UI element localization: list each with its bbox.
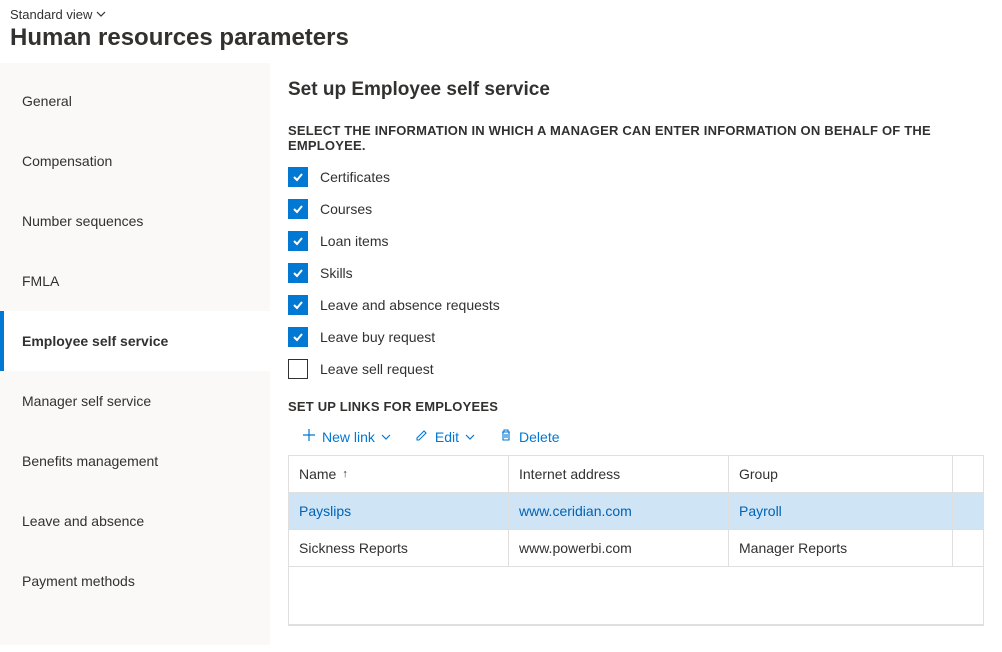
checkbox-label: Certificates — [320, 169, 390, 185]
checkbox-row: Courses — [288, 199, 984, 219]
chevron-down-icon — [381, 429, 391, 445]
new-link-label: New link — [322, 429, 375, 445]
main-content: Set up Employee self service Select the … — [270, 63, 1002, 645]
table-row[interactable]: Sickness Reportswww.powerbi.comManager R… — [289, 530, 983, 567]
sort-ascending-icon: ↑ — [342, 468, 348, 480]
sidebar-item-payment-methods[interactable]: Payment methods — [0, 551, 270, 611]
table-header-row: Name ↑ Internet address Group — [289, 456, 983, 493]
sidebar-item-employee-self-service[interactable]: Employee self service — [0, 311, 270, 371]
checkmark-icon — [291, 266, 305, 280]
main-title: Set up Employee self service — [288, 79, 984, 101]
checkmark-icon — [291, 202, 305, 216]
table-row[interactable]: Payslipswww.ceridian.comPayroll — [289, 493, 983, 530]
checkbox-skills[interactable] — [288, 263, 308, 283]
checkbox-label: Loan items — [320, 233, 388, 249]
view-dropdown-label: Standard view — [10, 7, 92, 22]
sidebar-item-label: FMLA — [22, 273, 59, 289]
sidebar-item-label: Benefits management — [22, 453, 158, 469]
checkbox-courses[interactable] — [288, 199, 308, 219]
column-header-spacer — [953, 456, 983, 492]
links-table: Name ↑ Internet address Group Payslipsww… — [288, 455, 984, 626]
checkbox-row: Leave and absence requests — [288, 295, 984, 315]
links-toolbar: New link Edit — [302, 428, 984, 445]
delete-label: Delete — [519, 429, 559, 445]
view-dropdown[interactable]: Standard view — [10, 7, 106, 22]
sidebar-item-label: Manager self service — [22, 393, 151, 409]
column-header-name[interactable]: Name ↑ — [289, 456, 509, 492]
checkbox-row: Leave sell request — [288, 359, 984, 379]
pencil-icon — [415, 428, 429, 445]
checkbox-row: Leave buy request — [288, 327, 984, 347]
edit-label: Edit — [435, 429, 459, 445]
checkbox-row: Skills — [288, 263, 984, 283]
cell-spacer — [953, 530, 983, 566]
sidebar-item-label: Number sequences — [22, 213, 143, 229]
checkbox-label: Leave and absence requests — [320, 297, 500, 313]
cell-url: www.powerbi.com — [509, 530, 729, 566]
checkbox-loan-items[interactable] — [288, 231, 308, 251]
edit-button[interactable]: Edit — [415, 428, 475, 445]
cell-group: Manager Reports — [729, 530, 953, 566]
column-header-url[interactable]: Internet address — [509, 456, 729, 492]
chevron-down-icon — [96, 7, 106, 22]
sidebar-item-general[interactable]: General — [0, 71, 270, 131]
sidebar-item-number-sequences[interactable]: Number sequences — [0, 191, 270, 251]
checkmark-icon — [291, 330, 305, 344]
section-manager-info-header: Select the information in which a manage… — [288, 123, 984, 153]
page-title: Human resources parameters — [10, 24, 992, 52]
column-header-name-label: Name — [299, 466, 336, 482]
plus-icon — [302, 428, 316, 445]
cell-spacer — [953, 493, 983, 529]
column-header-group-label: Group — [739, 466, 778, 482]
checkbox-label: Courses — [320, 201, 372, 217]
checkbox-row: Certificates — [288, 167, 984, 187]
cell-group: Payroll — [729, 493, 953, 529]
checkbox-leave-and-absence-requests[interactable] — [288, 295, 308, 315]
checkmark-icon — [291, 234, 305, 248]
section-links-header: Set up links for employees — [288, 399, 984, 414]
sidebar-item-label: Employee self service — [22, 333, 168, 349]
sidebar-item-manager-self-service[interactable]: Manager self service — [0, 371, 270, 431]
checkmark-icon — [291, 170, 305, 184]
checkbox-label: Leave buy request — [320, 329, 435, 345]
sidebar-item-label: Payment methods — [22, 573, 135, 589]
sidebar: General Compensation Number sequences FMLA E… — [0, 63, 270, 645]
sidebar-item-compensation[interactable]: Compensation — [0, 131, 270, 191]
cell-name: Sickness Reports — [289, 530, 509, 566]
checkbox-leave-sell-request[interactable] — [288, 359, 308, 379]
trash-icon — [499, 428, 513, 445]
delete-button[interactable]: Delete — [499, 428, 559, 445]
checkbox-leave-buy-request[interactable] — [288, 327, 308, 347]
checkmark-icon — [291, 298, 305, 312]
sidebar-item-benefits-management[interactable]: Benefits management — [0, 431, 270, 491]
sidebar-item-leave-and-absence[interactable]: Leave and absence — [0, 491, 270, 551]
checkbox-certificates[interactable] — [288, 167, 308, 187]
checkbox-label: Leave sell request — [320, 361, 434, 377]
cell-name: Payslips — [289, 493, 509, 529]
sidebar-item-label: Leave and absence — [22, 513, 144, 529]
chevron-down-icon — [465, 429, 475, 445]
new-link-button[interactable]: New link — [302, 428, 391, 445]
sidebar-item-label: General — [22, 93, 72, 109]
column-header-group[interactable]: Group — [729, 456, 953, 492]
cell-url: www.ceridian.com — [509, 493, 729, 529]
checkbox-row: Loan items — [288, 231, 984, 251]
table-body: Payslipswww.ceridian.comPayrollSickness … — [289, 493, 983, 625]
checkbox-label: Skills — [320, 265, 353, 281]
column-header-url-label: Internet address — [519, 466, 620, 482]
sidebar-item-fmla[interactable]: FMLA — [0, 251, 270, 311]
checkbox-list: Certificates Courses Loan items Skills Leave… — [288, 167, 984, 379]
sidebar-item-label: Compensation — [22, 153, 112, 169]
